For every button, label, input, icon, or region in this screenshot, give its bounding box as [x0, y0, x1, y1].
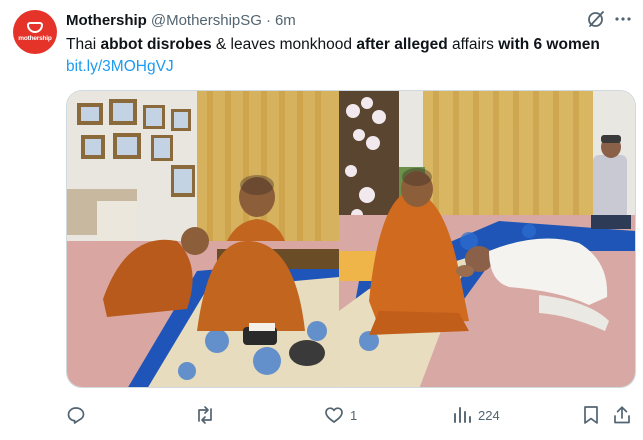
tweet-text-segment: affairs — [447, 36, 499, 53]
share-button[interactable] — [612, 402, 632, 428]
tweet-text-segment: & leaves monkhood — [211, 36, 357, 53]
tweet-header: Mothership @MothershipSG · 6m — [66, 10, 296, 30]
share-icon — [612, 405, 632, 425]
tweet-link[interactable]: bit.ly/3MOHgVJ — [66, 58, 174, 75]
views-icon — [452, 405, 472, 425]
author-handle[interactable]: @MothershipSG — [151, 12, 262, 29]
tweet-text-segment: Thai — [66, 36, 101, 53]
photo-man-kneeling-before-monk[interactable] — [339, 91, 635, 387]
tweet-card[interactable]: mothership Mothership @MothershipSG · 6m… — [0, 0, 643, 440]
separator-dot: · — [265, 11, 271, 29]
tweet-text-segment: abbot disrobes — [100, 36, 212, 53]
like-button[interactable]: 1 — [324, 402, 357, 428]
timestamp[interactable]: 6m — [275, 12, 296, 29]
action-bar: 1 224 — [66, 402, 636, 428]
media-grid[interactable] — [66, 90, 636, 388]
mothership-logo-icon — [27, 22, 43, 33]
tweet-text-segment: after alleged — [356, 36, 448, 53]
like-count: 1 — [350, 407, 358, 423]
repost-icon — [194, 405, 216, 425]
avatar-wordmark: mothership — [18, 35, 52, 42]
views-button[interactable]: 224 — [452, 402, 500, 428]
tweet-text: Thai abbot disrobes & leaves monkhood af… — [66, 34, 626, 78]
bookmark-icon — [582, 405, 600, 425]
repost-button[interactable] — [194, 402, 222, 428]
bookmark-button[interactable] — [582, 402, 600, 428]
more-options-icon[interactable] — [612, 8, 634, 30]
views-count: 224 — [478, 407, 500, 423]
reply-button[interactable] — [66, 402, 92, 428]
tweet-text-segment: with 6 women — [498, 36, 600, 53]
avatar[interactable]: mothership — [13, 10, 57, 54]
author-name[interactable]: Mothership — [66, 12, 147, 29]
heart-icon — [324, 405, 344, 425]
photo-monks-bowing[interactable] — [67, 91, 339, 387]
reply-icon — [66, 405, 86, 425]
grok-icon[interactable] — [585, 8, 607, 30]
